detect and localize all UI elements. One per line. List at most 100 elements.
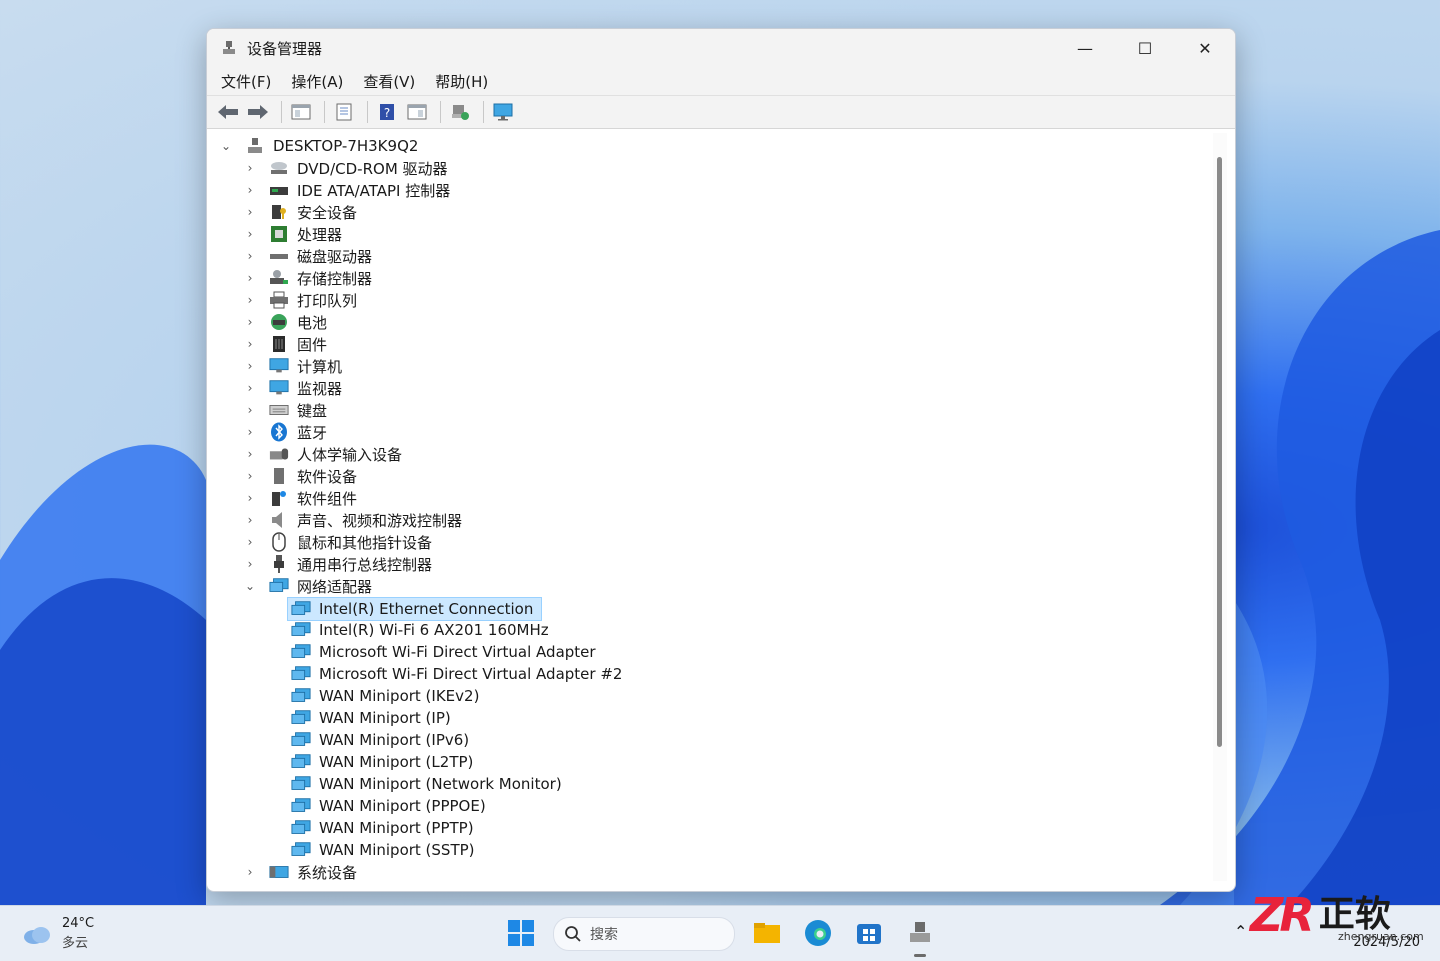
device-label: Microsoft Wi-Fi Direct Virtual Adapter	[319, 643, 596, 661]
active-app-indicator	[914, 954, 926, 957]
store-icon[interactable]	[854, 918, 884, 948]
network-device-row[interactable]: WAN Miniport (PPPOE)	[291, 795, 486, 817]
network-device-row[interactable]: WAN Miniport (PPTP)	[291, 817, 474, 839]
tree-root[interactable]: ⌄ DESKTOP-7H3K9Q2	[219, 135, 418, 157]
chevron-right-icon[interactable]: ›	[243, 337, 257, 351]
network-device-row[interactable]: Intel(R) Wi-Fi 6 AX201 160MHz	[291, 619, 549, 641]
chevron-right-icon[interactable]: ›	[243, 469, 257, 483]
tree-category-keyboard[interactable]: › 键盘	[243, 399, 327, 421]
tree-category-hid[interactable]: › 人体学输入设备	[243, 443, 402, 465]
tree-category-usb[interactable]: › 通用串行总线控制器	[243, 553, 432, 575]
chevron-right-icon[interactable]: ›	[243, 865, 257, 879]
category-label: 通用串行总线控制器	[297, 555, 433, 574]
menu-action[interactable]: 操作(A)	[283, 69, 351, 94]
tree-category-firmware[interactable]: › 固件	[243, 333, 327, 355]
tree-category-network[interactable]: ⌄ 网络适配器	[243, 575, 372, 597]
network-device-row[interactable]: WAN Miniport (Network Monitor)	[291, 773, 562, 795]
chevron-right-icon[interactable]: ›	[243, 315, 257, 329]
chevron-right-icon[interactable]: ›	[243, 447, 257, 461]
chevron-right-icon[interactable]: ›	[243, 293, 257, 307]
tree-category-software-device[interactable]: › 软件设备	[243, 465, 357, 487]
show-hide-console-tree-icon[interactable]	[288, 100, 314, 124]
taskbar-search[interactable]: 搜索	[553, 917, 735, 951]
scrollbar-thumb[interactable]	[1217, 157, 1222, 747]
update-driver-icon[interactable]	[447, 100, 473, 124]
category-label: 安全设备	[297, 203, 358, 222]
tree-category-software-component[interactable]: › 软件组件	[243, 487, 357, 509]
menu-help[interactable]: 帮助(H)	[427, 69, 496, 94]
tree-category-disk[interactable]: › 磁盘驱动器	[243, 245, 372, 267]
tree-category-storage[interactable]: › 存储控制器	[243, 267, 372, 289]
menu-file[interactable]: 文件(F)	[213, 69, 279, 94]
chevron-right-icon[interactable]: ›	[243, 271, 257, 285]
network-adapter-icon	[291, 753, 311, 771]
chevron-right-icon[interactable]: ›	[243, 557, 257, 571]
network-device-row[interactable]: Microsoft Wi-Fi Direct Virtual Adapter #…	[291, 663, 622, 685]
category-label: 键盘	[297, 401, 328, 420]
chevron-right-icon[interactable]: ›	[243, 205, 257, 219]
device-label: WAN Miniport (PPPOE)	[319, 797, 486, 815]
chevron-right-icon[interactable]: ›	[243, 535, 257, 549]
disk-drive-icon	[269, 247, 289, 265]
network-device-row[interactable]: WAN Miniport (IKEv2)	[291, 685, 479, 707]
toolbar-separator	[483, 101, 484, 123]
network-device-row-selected[interactable]: Intel(R) Ethernet Connection	[287, 597, 543, 621]
tree-category-monitor[interactable]: › 监视器	[243, 377, 342, 399]
search-icon	[565, 926, 581, 942]
chevron-right-icon[interactable]: ›	[243, 425, 257, 439]
edge-browser-icon[interactable]	[803, 918, 833, 948]
network-device-row[interactable]: WAN Miniport (IPv6)	[291, 729, 469, 751]
chevron-up-icon[interactable]: ⌃	[1234, 922, 1247, 941]
weather-widget[interactable]: 24°C 多云	[22, 914, 94, 954]
chevron-right-icon[interactable]: ›	[243, 227, 257, 241]
windows-start-icon[interactable]	[508, 920, 534, 946]
tree-category-bluetooth[interactable]: › 蓝牙	[243, 421, 327, 443]
scan-hardware-icon[interactable]	[490, 100, 516, 124]
menu-view[interactable]: 查看(V)	[355, 69, 423, 94]
forward-arrow-icon[interactable]	[245, 100, 271, 124]
vertical-scrollbar[interactable]	[1213, 133, 1227, 881]
chevron-right-icon[interactable]: ›	[243, 161, 257, 175]
category-label: 软件设备	[297, 467, 358, 486]
chevron-right-icon[interactable]: ›	[243, 359, 257, 373]
file-explorer-icon[interactable]	[752, 918, 782, 948]
search-placeholder: 搜索	[590, 927, 618, 943]
chevron-right-icon[interactable]: ›	[243, 513, 257, 527]
action-pane-icon[interactable]	[404, 100, 430, 124]
network-device-row[interactable]: WAN Miniport (L2TP)	[291, 751, 473, 773]
network-device-row[interactable]: Microsoft Wi-Fi Direct Virtual Adapter	[291, 641, 596, 663]
device-manager-taskbar-icon[interactable]	[905, 918, 935, 948]
network-adapter-icon	[291, 709, 311, 727]
chevron-right-icon[interactable]: ›	[243, 403, 257, 417]
tree-category-processor[interactable]: › 处理器	[243, 223, 342, 245]
tree-category-sound[interactable]: › 声音、视频和游戏控制器	[243, 509, 462, 531]
back-arrow-icon[interactable]	[215, 100, 241, 124]
network-device-row[interactable]: WAN Miniport (SSTP)	[291, 839, 475, 861]
chevron-down-icon[interactable]: ⌄	[243, 579, 257, 593]
weather-desc: 多云	[62, 936, 89, 951]
tree-category-printer[interactable]: › 打印队列	[243, 289, 357, 311]
tree-category-system[interactable]: › 系统设备	[243, 861, 357, 882]
properties-icon[interactable]	[331, 100, 357, 124]
watermark-logo: ZR 正软 zhengruan.com	[1250, 888, 1424, 943]
title-bar[interactable]: 设备管理器 — ☐ ✕	[207, 29, 1235, 67]
close-button[interactable]: ✕	[1175, 29, 1235, 67]
chevron-right-icon[interactable]: ›	[243, 183, 257, 197]
maximize-button[interactable]: ☐	[1115, 29, 1175, 67]
system-device-icon	[269, 863, 289, 881]
chevron-right-icon[interactable]: ›	[243, 249, 257, 263]
chevron-right-icon[interactable]: ›	[243, 381, 257, 395]
tree-category-computer[interactable]: › 计算机	[243, 355, 342, 377]
help-icon[interactable]: ?	[374, 100, 400, 124]
chevron-down-icon[interactable]: ⌄	[219, 139, 233, 153]
bluetooth-icon	[269, 422, 289, 442]
tree-category-battery[interactable]: › 电池	[243, 311, 327, 333]
tree-category-mouse[interactable]: › 鼠标和其他指针设备	[243, 531, 432, 553]
minimize-button[interactable]: —	[1055, 29, 1115, 67]
tree-category-ide[interactable]: › IDE ATA/ATAPI 控制器	[243, 179, 451, 201]
network-device-row[interactable]: WAN Miniport (IP)	[291, 707, 451, 729]
category-label: 处理器	[297, 225, 343, 244]
tree-category-dvd[interactable]: › DVD/CD-ROM 驱动器	[243, 157, 448, 179]
tree-category-security[interactable]: › 安全设备	[243, 201, 357, 223]
chevron-right-icon[interactable]: ›	[243, 491, 257, 505]
